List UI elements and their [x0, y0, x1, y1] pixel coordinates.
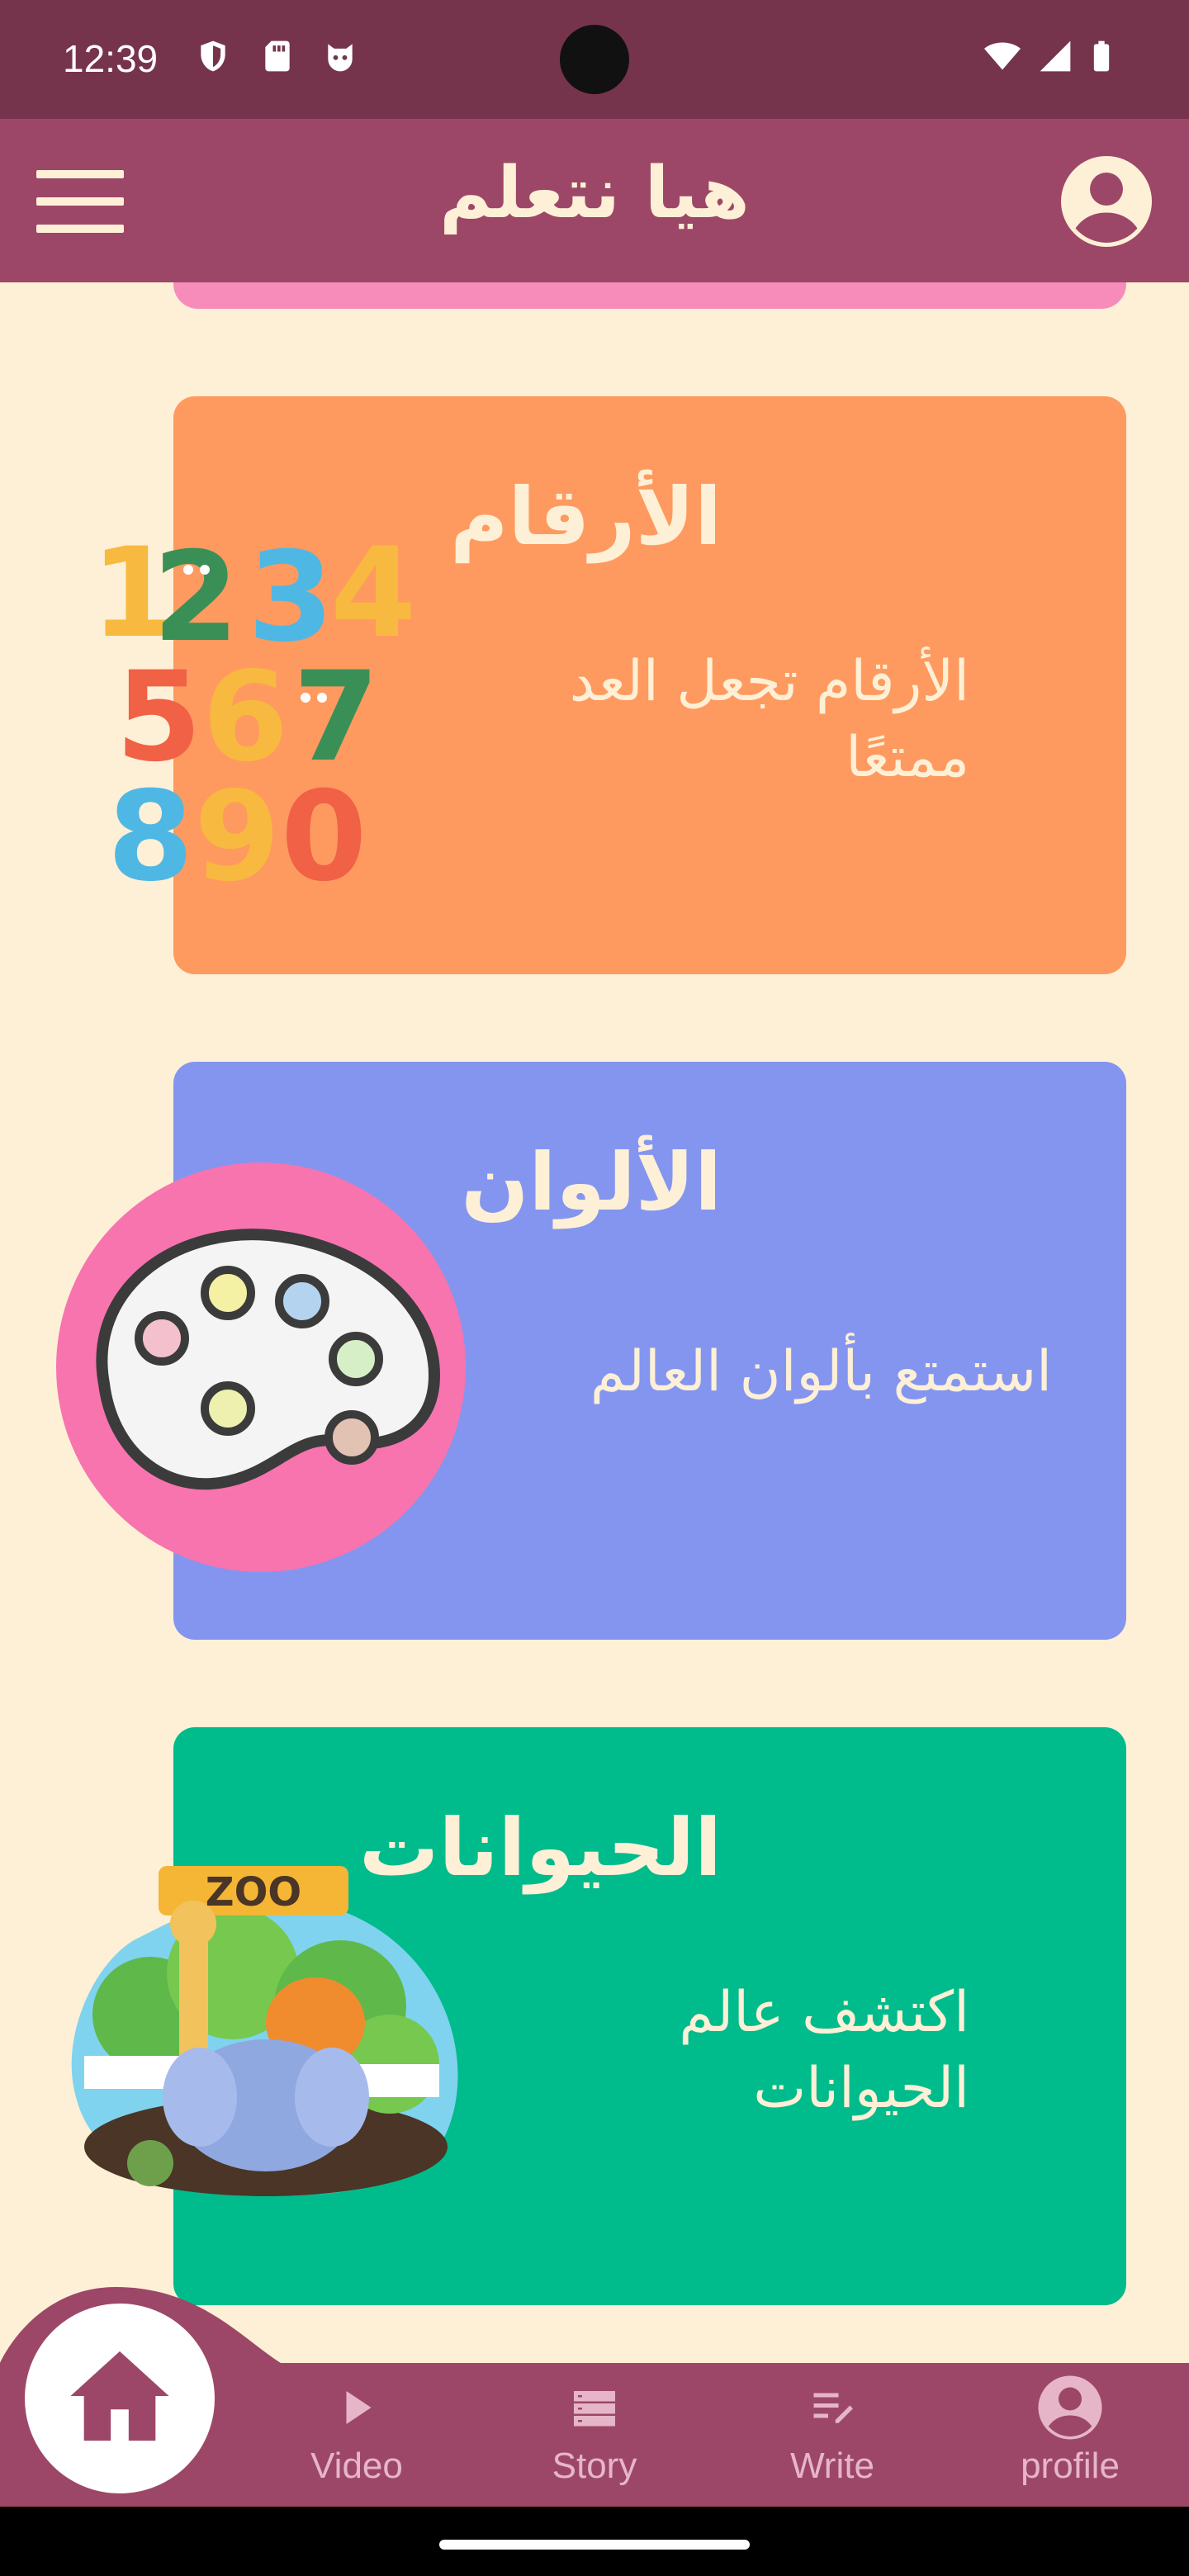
card-title: الأرقام [450, 471, 722, 563]
numbers-illustration: 1 2 3 4 5 6 7 8 9 0 [91, 528, 416, 900]
nav-profile[interactable]: profile [996, 2363, 1144, 2507]
zoo-sign-text: ZOO [206, 1869, 301, 1915]
nav-story[interactable]: Story [520, 2363, 669, 2507]
home-button[interactable] [25, 2304, 215, 2493]
gesture-handle[interactable] [439, 2540, 750, 2550]
card-description: الأرقام تجعل العد ممتعًا [569, 649, 969, 790]
profile-icon [1038, 2375, 1102, 2440]
status-bar: 12:39 [0, 0, 1189, 119]
app-title: هيا نتعلم [439, 152, 750, 234]
story-icon [574, 2391, 615, 2427]
nav-label: Write [790, 2446, 874, 2486]
write-icon [813, 2393, 853, 2423]
shield-icon [201, 40, 225, 72]
previous-card-edge[interactable] [173, 282, 1126, 309]
account-circle-icon[interactable] [1057, 152, 1156, 251]
nav-write[interactable]: Write [758, 2363, 907, 2507]
sd-card-icon [265, 40, 290, 72]
zoo-illustration: ZOO [71, 1866, 458, 2196]
nav-label: Video [310, 2446, 403, 2486]
wifi-icon [984, 42, 1021, 70]
card-description: اكتشف عالم الحيوانات [679, 1980, 969, 2121]
home-icon [70, 2351, 169, 2441]
battery-icon [1093, 40, 1110, 72]
front-camera [560, 25, 629, 94]
nav-label: Story [552, 2446, 637, 2486]
svg-text:8: 8 [107, 765, 193, 900]
svg-text:0: 0 [281, 765, 367, 900]
card-description: استمتع بألوان العالم [590, 1339, 1052, 1404]
svg-text:9: 9 [194, 765, 280, 900]
app-bar: هيا نتعلم [0, 119, 1189, 282]
cat-face-icon [328, 44, 353, 72]
nav-video[interactable]: Video [282, 2363, 431, 2507]
signal-icon [1040, 40, 1071, 72]
play-icon [346, 2391, 372, 2424]
status-time: 12:39 [63, 37, 159, 80]
card-title: الألوان [461, 1136, 722, 1229]
nav-label: profile [1021, 2446, 1120, 2486]
paint-palette-illustration [56, 1163, 466, 1572]
